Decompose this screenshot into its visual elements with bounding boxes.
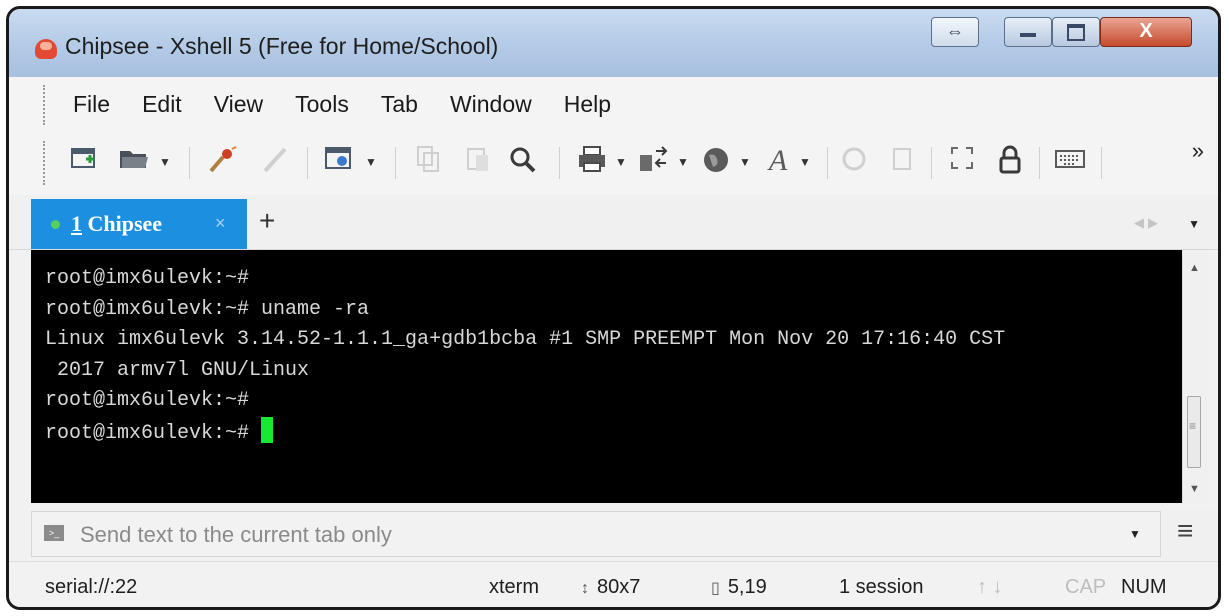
- status-cursor-position: ▯ 5,19: [711, 576, 767, 599]
- maximize-icon: [1067, 24, 1085, 41]
- terminal-cursor: [261, 416, 274, 443]
- xshell-app-icon[interactable]: [35, 39, 57, 59]
- xshell-window: Chipsee - Xshell 5 (Free for Home/School…: [6, 6, 1221, 610]
- new-session-icon[interactable]: [69, 145, 99, 177]
- status-bar: serial://:22 xterm ↕ 80x7 ▯ 5,19 1 session…: [9, 561, 1218, 607]
- status-connection: serial://:22: [45, 576, 138, 598]
- minimize-button[interactable]: [1004, 17, 1052, 47]
- toolbar: ▼ ▼ ▼ ▼ ▼ A ▼ »: [9, 133, 1218, 195]
- menu-window[interactable]: Window: [450, 91, 532, 118]
- status-num: NUM: [1121, 576, 1167, 598]
- transfer-arrows-icon: ↑ ↓: [977, 576, 1003, 598]
- menu-help[interactable]: Help: [564, 91, 611, 118]
- compose-dropdown-icon[interactable]: ▼: [1129, 527, 1141, 541]
- disconnect-icon[interactable]: [259, 145, 293, 177]
- toolbar-separator: [559, 147, 560, 179]
- title-bar[interactable]: Chipsee - Xshell 5 (Free for Home/School…: [9, 9, 1218, 77]
- menu-tools[interactable]: Tools: [295, 91, 349, 118]
- tab-name: Chipsee: [87, 211, 163, 236]
- menu-bar: File Edit View Tools Tab Window Help: [9, 77, 1218, 133]
- print-dropdown-icon[interactable]: ▼: [615, 155, 627, 169]
- toolbar-separator: [189, 147, 190, 179]
- new-tab-button[interactable]: +: [259, 205, 275, 237]
- scrollbar-thumb[interactable]: [1187, 396, 1201, 468]
- properties-icon[interactable]: [323, 145, 355, 177]
- transfer-icon[interactable]: [637, 145, 671, 177]
- globe-dropdown-icon[interactable]: ▼: [739, 155, 751, 169]
- toolbar-overflow-icon[interactable]: »: [1192, 140, 1204, 162]
- copy-icon[interactable]: [413, 145, 443, 177]
- toolbar-separator: [827, 147, 828, 179]
- terminal-line: Linux imx6ulevk 3.14.52-1.1.1_ga+gdb1bcb…: [45, 328, 1006, 351]
- terminal-output: root@imx6ulevk:~# root@imx6ulevk:~# uname…: [45, 264, 1005, 449]
- status-terminal-type: xterm: [489, 576, 539, 598]
- toolbar-grip[interactable]: [43, 141, 45, 185]
- open-folder-icon[interactable]: [117, 145, 151, 177]
- status-sessions: 1 session: [839, 576, 924, 598]
- fullscreen-icon[interactable]: [947, 145, 977, 177]
- toolbar-separator: [395, 147, 396, 179]
- terminal-size-icon: ↕: [581, 580, 589, 597]
- terminal-scrollbar[interactable]: ▲ ▼: [1182, 250, 1207, 503]
- cursor-position-icon: ▯: [711, 580, 720, 597]
- close-window-button[interactable]: X: [1100, 17, 1192, 47]
- tab-chipsee[interactable]: 1 Chipsee ×: [31, 199, 247, 249]
- toolbar-separator: [1101, 147, 1102, 179]
- compose-bar: >_ Send text to the current tab only ▼ ≡: [31, 509, 1218, 561]
- maximize-button[interactable]: [1052, 17, 1100, 47]
- script-icon[interactable]: [839, 145, 869, 177]
- menu-tab[interactable]: Tab: [381, 91, 418, 118]
- menu-file[interactable]: File: [73, 91, 110, 118]
- menubar-grip[interactable]: [43, 85, 45, 125]
- terminal-line: root@imx6ulevk:~#: [45, 389, 250, 412]
- compose-placeholder: Send text to the current tab only: [80, 522, 392, 547]
- close-tab-icon[interactable]: ×: [215, 213, 226, 234]
- connected-status-icon: [51, 220, 60, 229]
- status-cap: CAP: [1065, 576, 1107, 598]
- font-dropdown-icon[interactable]: ▼: [799, 155, 811, 169]
- transfer-dropdown-icon[interactable]: ▼: [677, 155, 689, 169]
- font-icon[interactable]: A: [761, 145, 795, 177]
- tab-number: 1: [71, 211, 82, 236]
- globe-icon[interactable]: [699, 145, 733, 177]
- keyboard-icon[interactable]: [1053, 145, 1087, 177]
- record-icon[interactable]: [887, 145, 917, 177]
- resize-button[interactable]: ⇔: [931, 17, 979, 47]
- toolbar-separator: [307, 147, 308, 179]
- minimize-icon: [1020, 33, 1036, 37]
- menu-view[interactable]: View: [214, 91, 263, 118]
- window-title: Chipsee - Xshell 5 (Free for Home/School…: [65, 33, 499, 59]
- paste-icon[interactable]: [463, 145, 493, 177]
- connect-icon[interactable]: [205, 145, 239, 177]
- terminal-prompt-line: root@imx6ulevk:~#: [45, 416, 1005, 450]
- menu-edit[interactable]: Edit: [142, 91, 182, 118]
- terminal-prompt: root@imx6ulevk:~#: [45, 421, 262, 445]
- tab-list-dropdown-icon[interactable]: ▼: [1188, 217, 1200, 231]
- properties-dropdown-icon[interactable]: ▼: [365, 155, 377, 169]
- toolbar-separator: [1039, 147, 1040, 179]
- status-size-value: 80x7: [597, 576, 641, 598]
- terminal-line: 2017 armv7l GNU/Linux: [45, 358, 310, 382]
- find-icon[interactable]: [507, 145, 539, 177]
- terminal-line: root@imx6ulevk:~# uname -ra: [45, 297, 370, 321]
- scroll-down-arrow-icon[interactable]: ▼: [1189, 483, 1200, 495]
- status-size: ↕ 80x7: [581, 576, 640, 599]
- lock-icon[interactable]: [995, 145, 1025, 177]
- compose-menu-icon[interactable]: ≡: [1177, 517, 1193, 545]
- compose-send-icon[interactable]: >_: [44, 525, 64, 541]
- status-cursor-value: 5,19: [727, 576, 767, 598]
- scroll-up-arrow-icon[interactable]: ▲: [1189, 262, 1200, 274]
- tab-label: 1 Chipsee: [71, 211, 162, 237]
- tab-scroll-arrows-icon[interactable]: ◀▶: [1134, 215, 1162, 231]
- open-dropdown-icon[interactable]: ▼: [159, 155, 171, 169]
- terminal-area[interactable]: root@imx6ulevk:~# root@imx6ulevk:~# uname…: [31, 250, 1182, 503]
- tab-bar: 1 Chipsee × + ◀▶ ▼: [9, 195, 1218, 250]
- terminal-line: root@imx6ulevk:~#: [45, 267, 250, 290]
- compose-input[interactable]: >_ Send text to the current tab only: [31, 511, 1161, 557]
- print-icon[interactable]: [575, 145, 609, 177]
- toolbar-separator: [931, 147, 932, 179]
